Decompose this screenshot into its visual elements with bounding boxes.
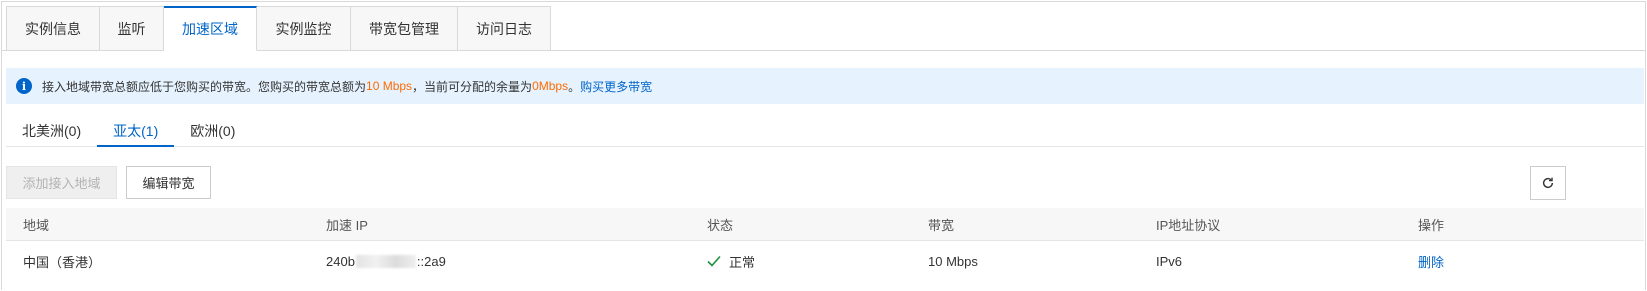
cell-accel-ip: 240b ::2a9 (326, 241, 446, 281)
header-actions: 操作 (1418, 217, 1445, 233)
tab-instance-info[interactable]: 实例信息 (6, 6, 100, 51)
notice-text-3: 。 (568, 79, 581, 94)
panel: 实例信息 监听 加速区域 实例监控 带宽包管理 访问日志 i 接入地域带宽总额应… (1, 1, 1646, 290)
main-tabs: 实例信息 监听 加速区域 实例监控 带宽包管理 访问日志 (6, 6, 551, 51)
tab-instance-monitoring[interactable]: 实例监控 (257, 6, 351, 51)
check-icon (707, 255, 721, 267)
ip-suffix: ::2a9 (416, 253, 446, 269)
cell-region: 中国（香港） (23, 254, 102, 270)
tab-acceleration-region[interactable]: 加速区域 (164, 6, 257, 51)
notice-total-bandwidth: 10 Mbps (366, 79, 413, 93)
cell-ip-protocol: IPv6 (1156, 253, 1183, 269)
tab-bandwidth-package[interactable]: 带宽包管理 (351, 6, 458, 51)
region-tabs-divider (6, 146, 1644, 147)
table-header: 地域 加速 IP 状态 带宽 IP地址协议 操作 (6, 208, 1644, 241)
edit-bandwidth-button[interactable]: 编辑带宽 (126, 166, 211, 199)
delete-link[interactable]: 删除 (1418, 241, 1444, 281)
header-bandwidth: 带宽 (928, 217, 955, 233)
header-status: 状态 (707, 217, 734, 233)
info-icon: i (16, 78, 32, 94)
bandwidth-notice: i 接入地域带宽总额应低于您购买的带宽。您购买的带宽总额为 10 Mbps ，当… (6, 68, 1644, 104)
notice-remaining: 0Mbps (532, 79, 569, 93)
cell-status: 正常 (707, 241, 755, 281)
table-row: 中国（香港） 240b ::2a9 正常 10 Mbps IPv6 删除 (6, 241, 1644, 281)
ip-redaction (355, 254, 416, 268)
region-tabs: 北美洲(0) 亚太(1) 欧洲(0) (6, 115, 251, 147)
header-region: 地域 (23, 217, 50, 233)
cell-bandwidth: 10 Mbps (928, 253, 978, 269)
notice-text-2: ，当前可分配的余量为 (412, 79, 533, 94)
header-ip-protocol: IP地址协议 (1156, 217, 1221, 233)
refresh-button[interactable] (1530, 166, 1566, 200)
notice-text-1: 接入地域带宽总额应低于您购买的带宽。您购买的带宽总额为 (42, 79, 367, 94)
status-text: 正常 (729, 254, 756, 270)
tab-access-log[interactable]: 访问日志 (458, 6, 551, 51)
tab-asia-pacific[interactable]: 亚太(1) (97, 115, 175, 147)
add-region-button[interactable]: 添加接入地域 (6, 166, 117, 199)
refresh-icon (1542, 177, 1554, 189)
tab-europe[interactable]: 欧洲(0) (174, 115, 251, 147)
header-accel-ip: 加速 IP (326, 217, 368, 233)
buy-more-bandwidth-link[interactable]: 购买更多带宽 (580, 78, 652, 95)
tab-listener[interactable]: 监听 (100, 6, 164, 51)
ip-prefix: 240b (326, 253, 355, 269)
tab-north-america[interactable]: 北美洲(0) (6, 115, 97, 147)
